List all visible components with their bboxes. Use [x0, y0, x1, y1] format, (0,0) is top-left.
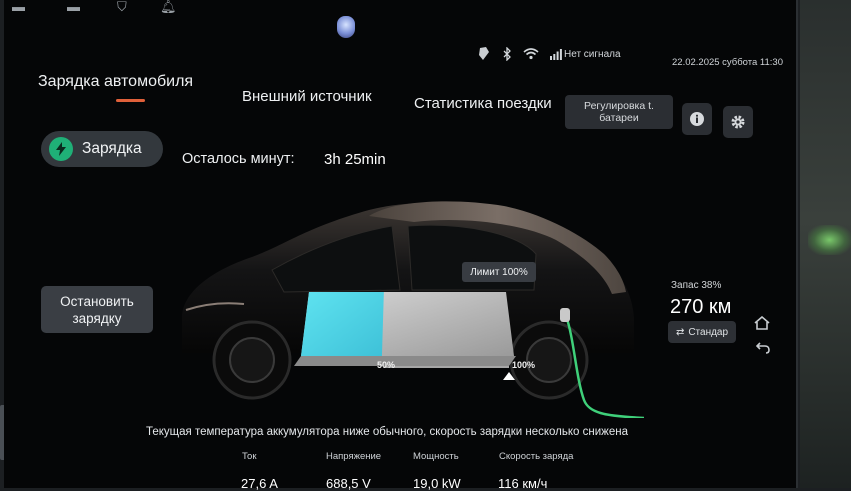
metric-value-voltage: 688,5 V — [326, 476, 371, 491]
date-time: 22.02.2025 суббота 11:30 — [672, 57, 783, 68]
metric-value-power: 19,0 kW — [413, 476, 461, 491]
range-mode-label: Стандар — [688, 326, 729, 338]
scale-max-label: 100% — [512, 360, 536, 370]
charging-status-pill: Зарядка — [41, 131, 163, 167]
status-bar: ▬ ▬ ⛉ 🔔︎ Нет сигнала 22.02.2025 суббота … — [4, 0, 796, 80]
scale-min-label: 50% — [377, 360, 396, 370]
battery-charge-fill — [301, 292, 384, 356]
wireless-charge-icon — [479, 47, 489, 60]
swap-icon: ⇄ — [675, 326, 685, 338]
time-remaining-value: 3h 25min — [324, 151, 386, 168]
range-mode-button[interactable]: ⇄ Стандар — [668, 321, 736, 343]
status-indicators: Нет сигнала — [476, 46, 621, 62]
wifi-icon — [523, 48, 539, 60]
top-bar-icon[interactable]: ▬ — [67, 0, 80, 14]
bluetooth-icon — [503, 47, 511, 61]
time-remaining-label: Осталось минут: — [182, 151, 295, 167]
info-icon — [690, 112, 704, 126]
network-status: Нет сигнала — [564, 48, 621, 60]
infotainment-screen: ▬ ▬ ⛉ 🔔︎ Нет сигнала 22.02.2025 суббота … — [4, 0, 798, 491]
bell-icon[interactable]: 🔔︎ — [160, 0, 177, 14]
top-bar-icon[interactable]: ▬ — [12, 0, 25, 14]
back-icon[interactable] — [755, 340, 770, 359]
metric-label-power: Мощность — [413, 451, 459, 462]
battery-pack-side — [294, 356, 516, 366]
home-icon[interactable] — [754, 315, 770, 335]
metric-label-charge-speed: Скорость заряда — [499, 451, 574, 462]
signal-icon — [550, 48, 562, 60]
charging-port — [560, 308, 570, 322]
metric-value-charge-speed: 116 км/ч — [498, 476, 548, 491]
ambient-light — [808, 225, 851, 255]
tab-charging[interactable]: Зарядка автомобиля — [38, 73, 193, 91]
tab-external-source[interactable]: Внешний источник — [242, 88, 372, 105]
charge-limit-tag[interactable]: Лимит 100% — [462, 262, 536, 282]
metric-label-voltage: Напряжение — [326, 451, 382, 462]
gear-icon — [731, 115, 745, 129]
charging-status-label: Зарядка — [82, 140, 142, 157]
lightning-icon — [56, 142, 66, 156]
shield-icon[interactable]: ⛉ — [117, 0, 127, 14]
range-caption: Запас 38% — [671, 280, 722, 291]
metric-label-current: Ток — [242, 451, 257, 462]
metric-value-current: 27,6 A — [241, 476, 278, 491]
battery-temp-regulation-button[interactable]: Регулировка t. батареи — [565, 95, 673, 129]
active-tab-indicator — [116, 99, 145, 102]
battery-temperature-notice: Текущая температура аккумулятора ниже об… — [146, 426, 628, 438]
settings-button[interactable] — [723, 106, 753, 138]
info-button[interactable] — [682, 103, 712, 135]
voice-assistant-icon[interactable] — [337, 16, 355, 38]
car-illustration — [182, 201, 644, 418]
charging-indicator — [49, 137, 73, 161]
tab-trip-stats[interactable]: Статистика поездки — [414, 95, 552, 112]
range-value: 270 км — [670, 296, 732, 318]
stop-charging-button[interactable]: Остановить зарядку — [41, 286, 153, 333]
